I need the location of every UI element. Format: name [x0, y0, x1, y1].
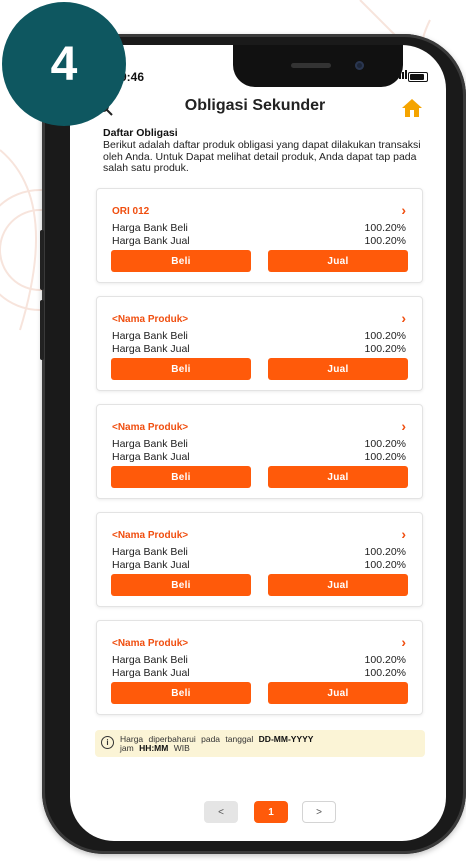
- notice-timezone: WIB: [173, 743, 190, 753]
- buy-price-label: Harga Bank Beli: [112, 654, 188, 666]
- product-name[interactable]: <Nama Produk>: [112, 638, 188, 649]
- section-title: Daftar Obligasi: [103, 127, 178, 139]
- buy-price-label: Harga Bank Beli: [112, 330, 188, 342]
- sell-price-value: 100.20%: [364, 451, 406, 463]
- sell-button[interactable]: Jual: [268, 250, 408, 272]
- chevron-right-icon[interactable]: ›: [401, 418, 406, 434]
- info-icon: i: [101, 736, 114, 749]
- product-name[interactable]: <Nama Produk>: [112, 530, 188, 541]
- buy-price-label: Harga Bank Beli: [112, 546, 188, 558]
- sell-price-value: 100.20%: [364, 235, 406, 247]
- pagination-current-page[interactable]: 1: [254, 801, 288, 823]
- product-card[interactable]: <Nama Produk> › Harga Bank Beli 100.20% …: [96, 512, 423, 607]
- product-card[interactable]: <Nama Produk> › Harga Bank Beli 100.20% …: [96, 620, 423, 715]
- sell-price-label: Harga Bank Jual: [112, 667, 190, 679]
- product-card[interactable]: <Nama Produk> › Harga Bank Beli 100.20% …: [96, 404, 423, 499]
- buy-button[interactable]: Beli: [111, 250, 251, 272]
- buy-price-label: Harga Bank Beli: [112, 222, 188, 234]
- buy-button[interactable]: Beli: [111, 574, 251, 596]
- buy-button[interactable]: Beli: [111, 358, 251, 380]
- chevron-right-icon[interactable]: ›: [401, 634, 406, 650]
- buy-price-label: Harga Bank Beli: [112, 438, 188, 450]
- sell-button[interactable]: Jual: [268, 466, 408, 488]
- sell-price-label: Harga Bank Jual: [112, 451, 190, 463]
- pagination-next-button[interactable]: >: [302, 801, 336, 823]
- battery-icon: [408, 72, 428, 82]
- step-badge: 4: [2, 2, 126, 126]
- home-icon[interactable]: [401, 98, 423, 118]
- sell-price-value: 100.20%: [364, 667, 406, 679]
- signal-icon: [396, 70, 407, 79]
- buy-price-value: 100.20%: [364, 654, 406, 666]
- chevron-right-icon[interactable]: ›: [401, 526, 406, 542]
- product-name[interactable]: <Nama Produk>: [112, 422, 188, 433]
- sell-button[interactable]: Jual: [268, 682, 408, 704]
- chevron-right-icon[interactable]: ›: [401, 310, 406, 326]
- buy-price-value: 100.20%: [364, 330, 406, 342]
- sell-button[interactable]: Jual: [268, 358, 408, 380]
- sell-button[interactable]: Jual: [268, 574, 408, 596]
- sell-price-label: Harga Bank Jual: [112, 343, 190, 355]
- buy-price-value: 100.20%: [364, 222, 406, 234]
- side-button: [40, 230, 44, 290]
- product-name[interactable]: <Nama Produk>: [112, 314, 188, 325]
- section-description: Berikut adalah daftar produk obligasi ya…: [103, 139, 421, 174]
- product-card[interactable]: ORI 012 › Harga Bank Beli 100.20% Harga …: [96, 188, 423, 283]
- sell-price-label: Harga Bank Jual: [112, 235, 190, 247]
- sell-price-label: Harga Bank Jual: [112, 559, 190, 571]
- pagination-prev-button[interactable]: <: [204, 801, 238, 823]
- notice-text: Harga diperbaharui pada tanggal DD-MM-YY…: [120, 735, 420, 753]
- side-button: [40, 300, 44, 360]
- price-update-notice: i Harga diperbaharui pada tanggal DD-MM-…: [95, 730, 425, 757]
- chevron-right-icon[interactable]: ›: [401, 202, 406, 218]
- buy-price-value: 100.20%: [364, 438, 406, 450]
- notice-mid: jam: [120, 743, 134, 753]
- buy-button[interactable]: Beli: [111, 466, 251, 488]
- sell-price-value: 100.20%: [364, 343, 406, 355]
- buy-button[interactable]: Beli: [111, 682, 251, 704]
- sell-price-value: 100.20%: [364, 559, 406, 571]
- product-name[interactable]: ORI 012: [112, 206, 149, 217]
- notice-time: HH:MM: [139, 743, 169, 753]
- notice-date: DD-MM-YYYY: [258, 734, 314, 744]
- buy-price-value: 100.20%: [364, 546, 406, 558]
- product-card[interactable]: <Nama Produk> › Harga Bank Beli 100.20% …: [96, 296, 423, 391]
- notch: [233, 45, 403, 87]
